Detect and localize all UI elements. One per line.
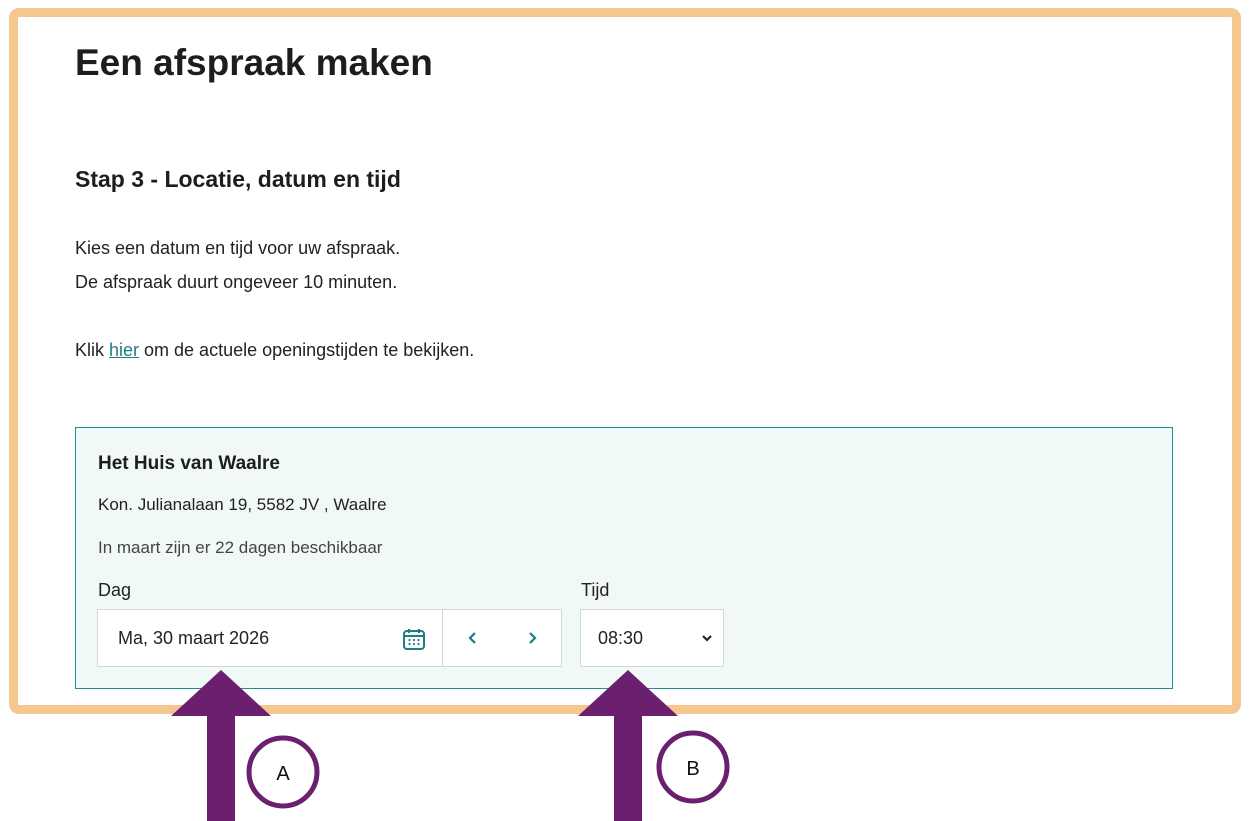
arrow-a	[171, 670, 271, 821]
badge-b: B	[656, 730, 730, 804]
annotation-overlay: A B	[171, 670, 730, 821]
badge-b-label: B	[686, 758, 699, 780]
arrow-b	[578, 670, 678, 821]
badge-a: A	[246, 735, 320, 809]
badge-a-label: A	[276, 763, 290, 785]
